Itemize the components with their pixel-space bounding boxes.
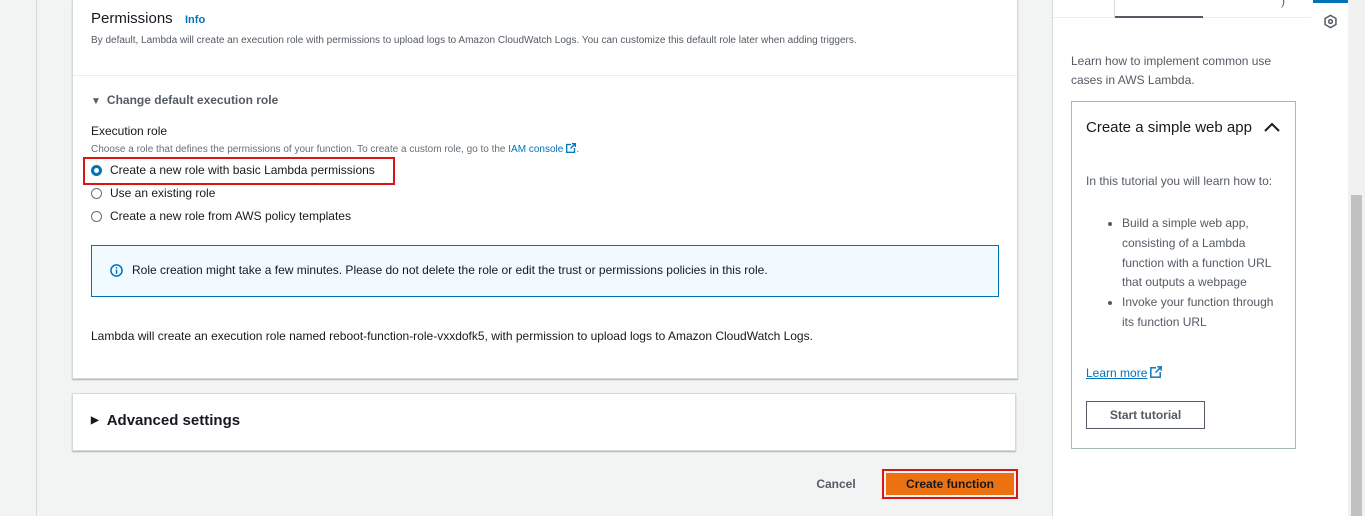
tutorial-card: Create a simple web app In this tutorial… xyxy=(1071,101,1296,449)
radio-label: Create a new role from AWS policy templa… xyxy=(110,209,351,223)
left-gutter xyxy=(0,0,37,516)
execution-role-description: Choose a role that defines the permissio… xyxy=(91,143,579,155)
radio-use-existing-role[interactable]: Use an existing role xyxy=(91,186,215,200)
caret-down-icon: ▼ xyxy=(91,96,101,107)
create-function-button[interactable]: Create function xyxy=(886,473,1014,495)
toggle-label: Change default execution role xyxy=(106,93,279,107)
external-link-icon xyxy=(566,143,577,153)
list-item: Build a simple web app, consisting of a … xyxy=(1122,214,1286,293)
advanced-settings-toggle[interactable]: ▶ Advanced settings xyxy=(91,412,240,429)
external-link-icon xyxy=(1150,366,1163,378)
iam-console-link-label: IAM console xyxy=(508,144,564,155)
start-tutorial-button[interactable]: Start tutorial xyxy=(1086,401,1205,429)
help-panel: ) Learn how to implement common use case… xyxy=(1052,0,1314,516)
change-execution-role-toggle[interactable]: ▼ Change default execution role xyxy=(91,93,278,107)
radio-button[interactable] xyxy=(91,187,102,199)
page-scrollbar[interactable] xyxy=(1348,0,1365,516)
execution-role-label: Execution role xyxy=(91,124,168,138)
execution-role-note: Lambda will create an execution role nam… xyxy=(91,329,813,343)
alert-text: Role creation might take a few minutes. … xyxy=(132,263,768,277)
learn-more-link[interactable]: Learn more xyxy=(1086,366,1163,380)
advanced-settings-panel: ▶ Advanced settings xyxy=(72,393,1016,451)
advanced-settings-label: Advanced settings xyxy=(106,412,241,429)
info-alert: Role creation might take a few minutes. … xyxy=(91,245,999,297)
permissions-panel: Permissions Info By default, Lambda will… xyxy=(72,0,1018,379)
cancel-button[interactable]: Cancel xyxy=(805,474,867,494)
radio-button[interactable] xyxy=(91,210,102,222)
execution-role-description-text: Choose a role that defines the permissio… xyxy=(91,144,506,155)
chevron-up-icon[interactable] xyxy=(1262,118,1282,138)
tab-overflow-glyph: ) xyxy=(1281,0,1285,8)
list-item: Invoke your function through its functio… xyxy=(1122,293,1286,333)
learn-more-label: Learn more xyxy=(1086,366,1148,380)
caret-right-icon: ▶ xyxy=(91,415,99,426)
rail-active-indicator xyxy=(1313,0,1348,3)
permissions-description: By default, Lambda will create an execut… xyxy=(91,35,857,46)
info-link[interactable]: Info xyxy=(185,14,205,26)
create-function-highlight: Create function xyxy=(882,469,1018,499)
help-panel-intro: Learn how to implement common use cases … xyxy=(1071,54,1272,87)
tutorial-intro: In this tutorial you will learn how to: xyxy=(1086,174,1273,188)
active-tab-indicator[interactable] xyxy=(1115,16,1203,18)
radio-button-selected[interactable] xyxy=(91,164,102,176)
radio-create-basic-role[interactable]: Create a new role with basic Lambda perm… xyxy=(91,163,375,177)
radio-policy-templates-role[interactable]: Create a new role from AWS policy templa… xyxy=(91,209,351,223)
tutorial-hexagon-icon[interactable] xyxy=(1323,14,1338,29)
execution-role-description-end: . xyxy=(576,144,580,155)
radio-label: Use an existing role xyxy=(110,186,216,200)
tutorial-steps: Build a simple web app, consisting of a … xyxy=(1086,214,1286,333)
iam-console-link[interactable]: IAM console xyxy=(508,143,577,155)
permissions-title: Permissions xyxy=(91,10,173,27)
tutorial-title: Create a simple web app xyxy=(1086,119,1252,136)
tab-separator xyxy=(1114,0,1115,17)
icon-rail xyxy=(1313,0,1349,516)
scrollbar-thumb[interactable] xyxy=(1351,195,1362,516)
info-circle-icon xyxy=(110,264,123,277)
radio-label: Create a new role with basic Lambda perm… xyxy=(110,163,375,177)
divider xyxy=(73,75,1017,76)
